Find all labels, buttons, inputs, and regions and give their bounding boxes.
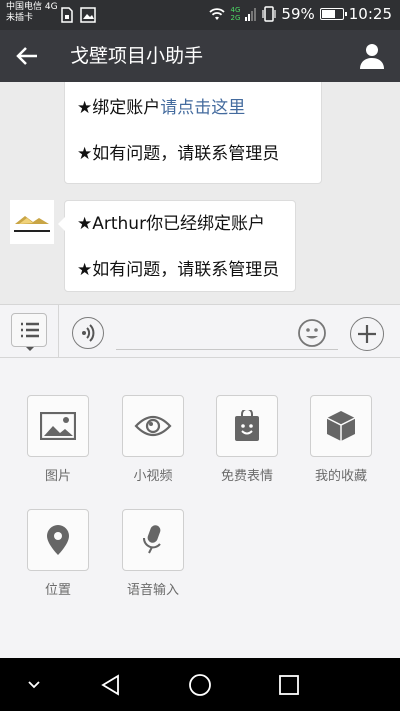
tool-label: 免费表情: [220, 469, 273, 484]
carrier-info: 中国电信 4G 未插卡: [6, 2, 58, 24]
tool-voice-input-box[interactable]: [122, 509, 184, 571]
wifi-icon: [208, 8, 225, 20]
tool-label: 我的收藏: [314, 469, 367, 484]
battery-percent: 59%: [281, 5, 315, 23]
chevron-down-icon: [28, 681, 40, 689]
microphone-icon: [142, 525, 161, 554]
title-bar: 戈壁项目小助手: [0, 30, 400, 82]
message-bubble: ★Arthur你已经绑定账户 ★如有问题，请联系管理员: [58, 200, 296, 293]
arrow-left-icon: [16, 47, 37, 65]
tool-label: 小视频: [133, 469, 173, 484]
tool-voice-input[interactable]: 语音输入: [118, 509, 188, 598]
back-button[interactable]: [12, 42, 42, 70]
network-type: 4G 2G: [231, 6, 241, 22]
tool-video[interactable]: 小视频: [118, 395, 188, 484]
voice-input-button[interactable]: [72, 317, 104, 349]
message-text: ★绑定账户: [77, 98, 161, 118]
nav-recent-button[interactable]: [276, 672, 302, 698]
message-text: ★如有问题，请联系管理员: [77, 144, 280, 164]
triangle-back-icon: [101, 674, 119, 696]
chat-area: ★绑定账户请点击这里 ★如有问题，请联系管理员 ★Arthur你已经绑定账户 ★…: [0, 82, 400, 304]
system-nav-bar: [0, 658, 400, 711]
cube-icon: [326, 411, 356, 441]
vibrate-icon: [262, 6, 277, 22]
tool-location-box[interactable]: [27, 509, 89, 571]
message-line: ★Arthur你已经绑定账户: [65, 201, 295, 247]
emoji-button[interactable]: [298, 319, 326, 347]
tool-image-box[interactable]: [27, 395, 89, 457]
tool-stickers-box[interactable]: [216, 395, 278, 457]
chat-profile-button[interactable]: [358, 42, 386, 70]
company-logo-icon: [15, 216, 49, 224]
battery-level: [321, 10, 335, 18]
more-tools-button[interactable]: [350, 317, 384, 351]
plus-icon: [358, 325, 376, 343]
status-right: 4G 2G 59% 10:25: [208, 5, 392, 23]
eye-icon: [134, 415, 172, 437]
nav-back-button[interactable]: [98, 672, 124, 698]
menu-toggle-button[interactable]: [11, 313, 47, 351]
emoji-icon: [298, 319, 326, 347]
avatar[interactable]: [10, 200, 54, 244]
tools-panel: 图片 小视频 免费表情 我的收藏 位置 语音输入: [0, 358, 400, 658]
status-bar: 中国电信 4G 未插卡 4G 2G 59% 10:25: [0, 0, 400, 30]
bind-account-link[interactable]: 请点击这里: [160, 98, 245, 118]
gallery-icon: [80, 7, 96, 23]
tool-video-box[interactable]: [122, 395, 184, 457]
circle-home-icon: [189, 674, 211, 696]
nav-hide-button[interactable]: [21, 672, 47, 698]
message-bubble: ★绑定账户请点击这里 ★如有问题，请联系管理员: [64, 82, 322, 184]
message-line: ★绑定账户请点击这里: [65, 85, 321, 131]
notification-icons: [60, 7, 96, 23]
bubble-tail: [58, 217, 65, 231]
square-recent-icon: [279, 675, 299, 695]
message-text: ★Arthur你已经绑定账户: [77, 214, 266, 234]
location-pin-icon: [47, 525, 69, 555]
message-line: ★如有问题，请联系管理员: [65, 131, 321, 177]
input-bar: [0, 304, 400, 359]
sticker-bag-icon: [235, 410, 259, 441]
voice-icon: [82, 324, 95, 342]
tool-favorites[interactable]: 我的收藏: [306, 395, 376, 484]
sim-card-icon: [61, 7, 73, 23]
tool-label: 语音输入: [126, 583, 179, 598]
clock: 10:25: [348, 5, 392, 23]
person-icon: [360, 44, 384, 69]
tool-stickers[interactable]: 免费表情: [212, 395, 282, 484]
tool-favorites-box[interactable]: [310, 395, 372, 457]
message-line: ★如有问题，请联系管理员: [65, 247, 295, 293]
carrier-name: 中国电信 4G: [6, 2, 58, 12]
sim-status: 未插卡: [6, 13, 34, 23]
divider: [58, 305, 59, 359]
tool-image[interactable]: 图片: [23, 395, 93, 484]
page-title: 戈壁项目小助手: [70, 45, 204, 67]
message-input[interactable]: [116, 349, 338, 350]
tool-label: 图片: [44, 469, 71, 484]
tool-location[interactable]: 位置: [23, 509, 93, 598]
logo-wordmark: [14, 230, 50, 232]
list-menu-icon: [21, 322, 39, 351]
signal-icon: [245, 8, 257, 21]
image-icon: [40, 412, 76, 440]
nav-home-button[interactable]: [187, 672, 213, 698]
network-bottom-label: 2G: [230, 14, 241, 22]
network-top-label: 4G: [230, 6, 241, 14]
message-text: ★如有问题，请联系管理员: [77, 260, 280, 280]
battery-icon: [319, 8, 347, 20]
tool-label: 位置: [44, 583, 71, 598]
